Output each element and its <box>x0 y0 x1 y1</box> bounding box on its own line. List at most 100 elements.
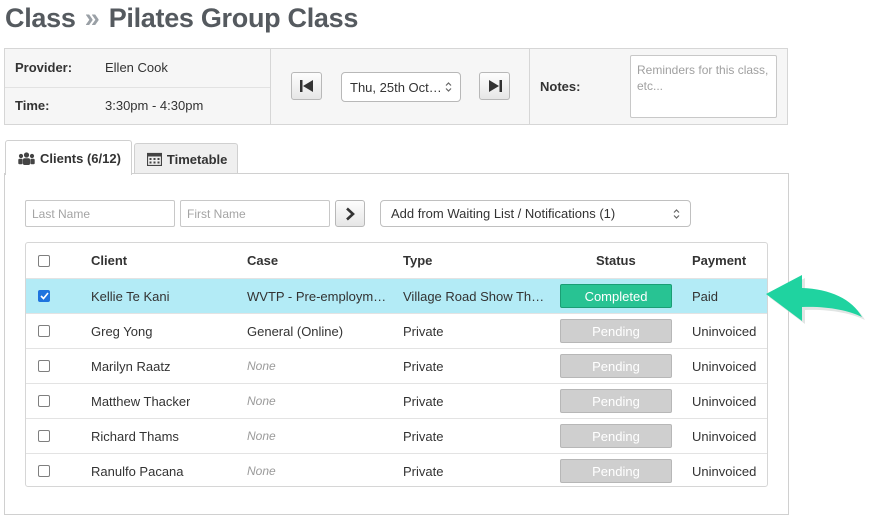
highlight-arrow-icon <box>766 275 865 324</box>
table-header: Client Case Type Status Payment <box>26 243 767 278</box>
table-row[interactable]: Marilyn Raatz None Private Pending Uninvoice… <box>26 348 767 383</box>
status-cell: Pending <box>560 314 672 348</box>
table-row[interactable]: Ranulfo Pacana None Private Pending Uninvoic… <box>26 453 767 486</box>
next-icon <box>488 80 502 92</box>
row-checkbox[interactable] <box>38 290 50 302</box>
case-value: WVTP - Pre-employm… <box>247 288 387 304</box>
status-badge[interactable]: Pending <box>560 354 672 378</box>
payment-value: Uninvoiced <box>692 393 757 409</box>
client-name[interactable]: Kellie Te Kani <box>91 279 170 313</box>
table-row[interactable]: Richard Thams None Private Pending Uninvoice… <box>26 418 767 453</box>
previous-date-button[interactable] <box>291 72 322 100</box>
row-checkbox[interactable] <box>38 360 50 372</box>
client-name[interactable]: Greg Yong <box>91 314 152 348</box>
provider-label: Provider: <box>15 60 73 75</box>
status-badge[interactable]: Pending <box>560 319 672 343</box>
table-row[interactable]: Greg Yong General (Online) Private Pending U… <box>26 313 767 348</box>
row-checkbox[interactable] <box>38 430 50 442</box>
header-status[interactable]: Status <box>596 243 636 278</box>
case-value: None <box>247 429 276 443</box>
tab-timetable[interactable]: Timetable <box>133 143 239 174</box>
users-icon <box>18 151 35 165</box>
payment-value: Uninvoiced <box>692 428 757 444</box>
first-name-input[interactable]: First Name <box>180 200 330 227</box>
title-main: Pilates Group Class <box>108 3 359 33</box>
tab-clients-label: Clients (6/12) <box>40 150 121 166</box>
last-name-input[interactable]: Last Name <box>25 200 175 227</box>
payment-value: Uninvoiced <box>692 463 757 479</box>
row-select-cell <box>38 419 50 453</box>
date-select[interactable]: Thu, 25th Oct… <box>341 72 461 102</box>
header-type[interactable]: Type <box>403 243 432 278</box>
select-arrows-icon <box>673 208 680 219</box>
client-name[interactable]: Ranulfo Pacana <box>91 454 184 486</box>
title-prefix: Class <box>5 3 76 33</box>
payment-value: Uninvoiced <box>692 358 757 374</box>
page-title: Class » Pilates Group Class <box>5 3 358 34</box>
provider-row: Provider: Ellen Cook <box>15 60 168 75</box>
tab-clients[interactable]: Clients (6/12) <box>5 140 132 175</box>
previous-icon <box>299 80 313 92</box>
header-payment[interactable]: Payment <box>692 243 746 278</box>
type-value: Village Road Show Th… <box>403 288 543 304</box>
notes-textarea[interactable]: Reminders for this class, etc... <box>630 55 777 118</box>
calendar-icon <box>146 152 162 166</box>
date-value: Thu, 25th Oct… <box>350 79 442 95</box>
title-separator: » <box>84 3 100 33</box>
time-value: 3:30pm - 4:30pm <box>105 98 204 113</box>
type-value: Private <box>403 463 444 479</box>
status-cell: Pending <box>560 384 672 418</box>
client-name[interactable]: Marilyn Raatz <box>91 349 170 383</box>
class-info-panel: Provider: Ellen Cook Time: 3:30pm - 4:30… <box>4 48 788 125</box>
notes-section: Notes: Reminders for this class, etc... <box>530 49 787 124</box>
type-value: Private <box>403 358 444 374</box>
row-select-cell <box>38 314 50 348</box>
case-value: None <box>247 359 276 373</box>
details-divider <box>5 87 270 88</box>
status-badge[interactable]: Pending <box>560 459 672 483</box>
status-cell: Pending <box>560 419 672 453</box>
case-value: None <box>247 394 276 408</box>
row-select-cell <box>38 279 50 313</box>
client-name[interactable]: Matthew Thacker <box>91 384 190 418</box>
row-checkbox[interactable] <box>38 395 50 407</box>
row-checkbox[interactable] <box>38 325 50 337</box>
select-all-checkbox[interactable] <box>38 254 50 267</box>
waiting-list-label: Add from Waiting List / Notifications (1… <box>391 206 616 221</box>
type-value: Private <box>403 323 444 339</box>
type-value: Private <box>403 428 444 444</box>
table-row[interactable]: Kellie Te Kani WVTP - Pre-employm… Village… <box>26 278 767 313</box>
status-badge[interactable]: Pending <box>560 424 672 448</box>
notes-label: Notes: <box>540 79 581 94</box>
select-arrows-icon <box>445 82 452 92</box>
clients-panel: Last Name First Name Add from Waiting Li… <box>4 173 789 515</box>
row-select-cell <box>38 349 50 383</box>
time-label: Time: <box>15 98 50 113</box>
row-select-cell <box>38 454 50 486</box>
client-name[interactable]: Richard Thams <box>91 419 179 453</box>
waiting-list-select[interactable]: Add from Waiting List / Notifications (1… <box>380 200 691 227</box>
status-badge[interactable]: Completed <box>560 284 672 308</box>
row-checkbox[interactable] <box>38 465 50 477</box>
status-cell: Pending <box>560 454 672 486</box>
next-date-button[interactable] <box>479 72 510 100</box>
status-cell: Pending <box>560 349 672 383</box>
chevron-right-icon <box>346 207 355 220</box>
select-all-cell <box>38 243 50 278</box>
payment-value: Uninvoiced <box>692 323 757 339</box>
table-row[interactable]: Matthew Thacker None Private Pending Uninvoi… <box>26 383 767 418</box>
tab-timetable-label: Timetable <box>166 151 228 167</box>
time-row: Time: 3:30pm - 4:30pm <box>15 98 203 113</box>
header-client[interactable]: Client <box>91 243 127 278</box>
header-case[interactable]: Case <box>247 243 278 278</box>
status-badge[interactable]: Pending <box>560 389 672 413</box>
tab-bar: Clients (6/12) Timetable <box>5 140 240 175</box>
payment-value: Paid <box>692 288 719 304</box>
class-details: Provider: Ellen Cook Time: 3:30pm - 4:30… <box>5 49 271 124</box>
add-client-button[interactable] <box>335 200 365 227</box>
row-select-cell <box>38 384 50 418</box>
check-icon <box>39 292 49 300</box>
case-value: None <box>247 464 276 478</box>
type-value: Private <box>403 393 444 409</box>
clients-table: Client Case Type Status Payment Kellie T… <box>25 242 768 487</box>
